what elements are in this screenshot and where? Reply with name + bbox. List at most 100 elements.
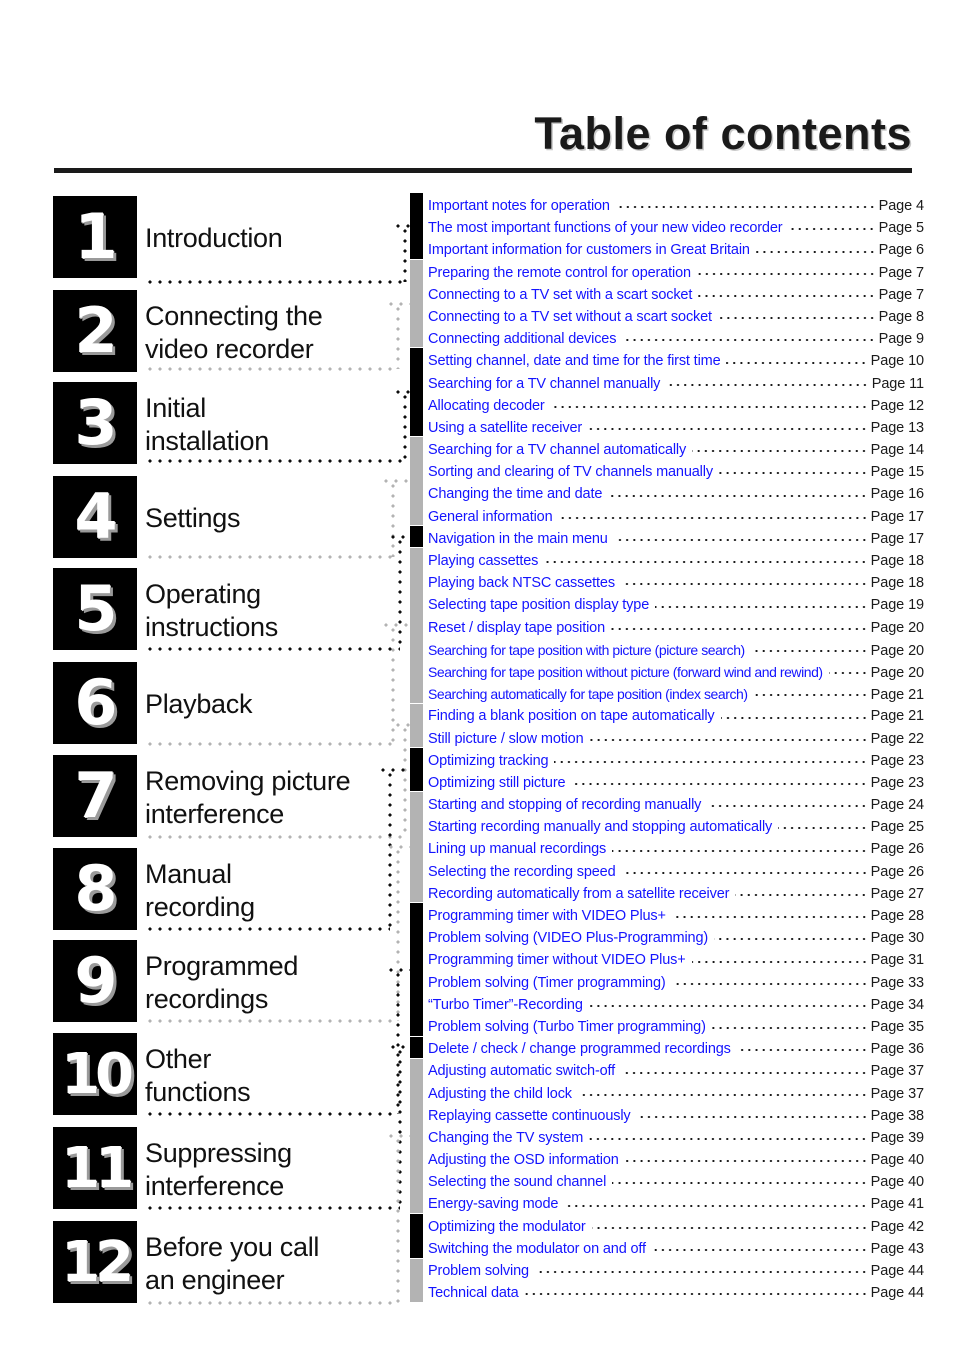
toc-entry-page: Page 4 [878,198,924,214]
toc-entry-page: Page 24 [870,797,924,814]
toc-entry[interactable]: Problem solving (VIDEO Plus-Programming)… [428,928,924,950]
toc-entry[interactable]: Still picture / slow motion Page 22 [428,729,924,751]
toc-entry[interactable]: The most important functions of your new… [428,218,924,240]
toc-entry[interactable]: Optimizing still picture Page 23 [428,773,924,795]
toc-entry[interactable]: Searching for tape position without pict… [428,662,924,684]
toc-entry[interactable]: Allocating decoder Page 12 [428,396,924,418]
toc-leader-dots [671,910,868,925]
toc-entry[interactable]: Connecting to a TV set with a scart sock… [428,285,924,307]
toc-entry-label: Playing back NTSC cassettes [428,575,615,592]
toc-entry[interactable]: Switching the modulator on and off Page 4… [428,1239,924,1261]
toc-entry[interactable]: Navigation in the main menu Page 17 [428,529,924,551]
chapter-connector-vertical [403,392,407,461]
chapter-connector-stub [393,723,410,728]
toc-entry-page: Page 5 [878,220,924,237]
toc-entry[interactable]: Selecting the recording speed Page 26 [428,862,924,884]
toc-entry[interactable]: Replaying cassette continuously Page 38 [428,1106,924,1128]
toc-entry[interactable]: Problem solving (Timer programming) Page … [428,973,924,995]
toc-entry[interactable]: Playing back NTSC cassettes Page 18 [428,573,924,595]
toc-entry-page: Page 21 [870,687,924,704]
toc-entry-page: Page 21 [870,708,924,725]
toc-entry[interactable]: Programming timer without VIDEO Plus+ Pag… [428,950,924,972]
chapter-connector-stub [386,301,410,306]
toc-entry[interactable]: Recording automatically from a satellite… [428,884,924,906]
toc-entry[interactable]: Adjusting the child lock Page 37 [428,1084,924,1106]
chapter-underline-dots [145,742,393,746]
toc-entry-page: Page 12 [870,397,924,414]
toc-entry-label: Searching for tape position with picture… [428,641,745,658]
toc-entry[interactable]: Optimizing tracking Page 23 [428,751,924,773]
toc-entry[interactable]: Adjusting automatic switch-off Page 37 [428,1061,924,1083]
chapter-number: 5 [74,572,117,645]
chapter-title: Manual recording [145,859,255,922]
toc-entry[interactable]: Energy-saving mode Page 41 [428,1194,924,1216]
toc-leader-dots [591,1220,868,1235]
toc-entry[interactable]: Searching for a TV channel manually Page … [428,374,924,396]
toc-entry[interactable]: Delete / check / change programmed recor… [428,1039,924,1061]
toc-entry[interactable]: Sorting and clearing of TV channels manu… [428,462,924,484]
toc-section-bar [410,1214,423,1258]
toc-entry-label: The most important functions of your new… [428,220,783,237]
toc-entry-label: Starting and stopping of recording manua… [428,797,702,814]
toc-entry-label: Optimizing the modulator [428,1218,586,1235]
toc-entry-page: Page 27 [870,885,924,902]
chapter-connector-stub [388,1045,410,1050]
toc-entry-page: Page 17 [870,530,924,547]
toc-section-bar [410,703,423,747]
toc-entry[interactable]: General information Page 17 [428,507,924,529]
toc-entry-page: Page 13 [870,419,924,436]
toc-leader-dots [613,533,868,547]
toc-entry[interactable]: Searching for a TV channel automatically… [428,440,924,462]
toc-leader-dots [691,954,868,969]
chapter-connector-stub [386,967,410,972]
toc-entry-label: Optimizing still picture [428,774,566,791]
toc-entry[interactable]: Playing cassettes Page 18 [428,551,924,573]
toc-entry[interactable]: Reset / display tape position Page 20 [428,618,924,640]
chapter-connector-vertical [398,536,402,649]
toc-entry[interactable]: Connecting additional devices Page 9 [428,329,924,351]
toc-entry-label: Setting channel, date and time for the f… [428,353,721,370]
toc-entry[interactable]: Setting channel, date and time for the f… [428,351,924,373]
toc-entry[interactable]: Changing the TV system Page 39 [428,1128,924,1150]
toc-entry-label: Adjusting automatic switch-off [428,1063,616,1080]
toc-entry[interactable]: Searching automatically for tape positio… [428,684,924,706]
toc-leader-dots [753,688,868,703]
toc-entry[interactable]: Starting recording manually and stopping… [428,817,924,839]
toc-entry[interactable]: “Turbo Timer”-Recording Page 34 [428,995,924,1017]
chapter-connector-vertical [396,303,400,369]
toc-entry[interactable]: Important notes for operation Page 4 [428,196,924,218]
toc-entry[interactable]: Technical data Page 44 [428,1283,924,1305]
chapter-connector-vertical [403,725,407,837]
chapter-title: Suppressing interference [145,1138,292,1201]
chapter-title: Operating instructions [145,579,278,642]
toc-entry[interactable]: Lining up manual recordings Page 26 [428,839,924,861]
toc-leader-dots [611,621,868,636]
toc-entry[interactable]: Finding a blank position on tape automat… [428,706,924,728]
toc-leader-dots [720,710,868,725]
toc-entry[interactable]: Programming timer with VIDEO Plus+ Page 2… [428,906,924,928]
toc-entry[interactable]: Problem solving (Turbo Timer programming… [428,1017,924,1039]
chapter-underline-dots [145,835,405,839]
toc-entry[interactable]: Important information for customers in G… [428,240,924,262]
toc-entry[interactable]: Selecting the sound channel Page 40 [428,1172,924,1194]
toc-entry-page: Page 7 [878,286,924,303]
toc-leader-dots [558,510,868,525]
toc-entry[interactable]: Adjusting the OSD information Page 40 [428,1150,924,1172]
chapter-number-badge: 7 [53,755,137,837]
toc-entry[interactable]: Problem solving Page 44 [428,1261,924,1283]
toc-entry-label: Programming timer without VIDEO Plus+ [428,952,686,969]
toc-entry[interactable]: Searching for tape position with picture… [428,640,924,662]
toc-leader-dots [624,1154,868,1169]
toc-entry[interactable]: Preparing the remote control for operati… [428,263,924,285]
chapter-number-badge: 9 [53,940,137,1022]
toc-entry-page: Page 20 [870,619,924,636]
toc-leader-dots [589,732,868,747]
toc-entry[interactable]: Connecting to a TV set without a scart s… [428,307,924,329]
toc-entry[interactable]: Using a satellite receiver Page 13 [428,418,924,440]
chapter-number-badge: 11 [53,1127,137,1209]
toc-entry[interactable]: Selecting tape position display type Page… [428,595,924,617]
toc-entry[interactable]: Starting and stopping of recording manua… [428,795,924,817]
toc-entry[interactable]: Optimizing the modulator Page 42 [428,1217,924,1239]
toc-entry[interactable]: Changing the time and date Page 16 [428,484,924,506]
toc-leader-dots [615,200,876,215]
